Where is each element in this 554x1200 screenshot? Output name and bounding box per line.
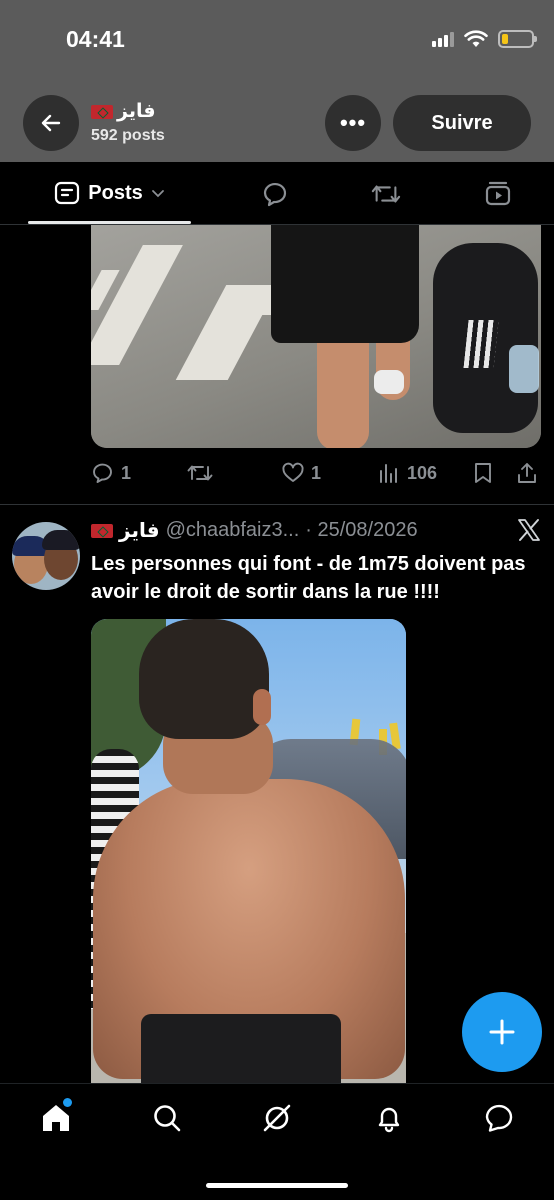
tab-posts[interactable]: Posts [28, 162, 191, 224]
tab-replies[interactable] [260, 179, 290, 209]
heart-icon [282, 462, 304, 482]
views-button[interactable]: 106 [377, 458, 437, 488]
views-icon [380, 464, 397, 483]
post-date: · 25/08/2026 [305, 519, 418, 541]
status-icons [432, 30, 537, 48]
view-count: 106 [407, 462, 438, 483]
arrow-left-icon [41, 114, 61, 132]
avatar[interactable] [12, 522, 80, 590]
repost-button[interactable] [186, 458, 214, 488]
battery-icon [498, 30, 537, 48]
tab-posts-label: Posts [88, 181, 143, 204]
wifi-icon [464, 30, 488, 47]
posts-icon [55, 181, 80, 205]
reply-button[interactable]: 1 [91, 458, 131, 488]
repost-icon [371, 185, 401, 203]
profile-name-text: فايز [117, 101, 156, 122]
nav-home[interactable] [38, 1098, 74, 1136]
home-indicator [206, 1183, 348, 1188]
post-divider [0, 504, 554, 505]
reply-count: 1 [121, 462, 132, 483]
morocco-flag-icon [91, 523, 113, 538]
media-icon [485, 181, 511, 206]
chevron-down-icon [151, 190, 164, 198]
profile-header: 04:41 فايز 592 posts ••• Suivre [0, 0, 554, 162]
like-count: 1 [311, 462, 322, 483]
post-media-image[interactable] [91, 225, 541, 448]
plus-icon [489, 1019, 515, 1045]
nav-messages[interactable] [481, 1100, 517, 1136]
share-icon [518, 463, 536, 483]
notification-dot [63, 1098, 72, 1107]
compose-button[interactable] [462, 992, 542, 1072]
signal-icon [432, 31, 454, 47]
messages-icon [485, 1104, 513, 1132]
back-button[interactable] [23, 95, 79, 151]
bell-icon [378, 1107, 400, 1133]
morocco-flag-icon [91, 104, 113, 119]
post1-actions: 1 1 106 [91, 458, 541, 488]
like-button[interactable]: 1 [281, 458, 321, 488]
bookmark-button[interactable] [472, 458, 494, 488]
reply-icon [263, 182, 287, 207]
share-button[interactable] [515, 458, 539, 488]
tab-media[interactable] [483, 179, 513, 209]
bookmark-icon [475, 463, 491, 483]
search-icon [154, 1105, 181, 1132]
post-media-image[interactable] [91, 619, 406, 1083]
x-logo-icon [518, 519, 540, 541]
profile-posts-count: 592 posts [91, 127, 165, 144]
reply-icon [93, 463, 112, 483]
nav-search[interactable] [149, 1100, 185, 1136]
grok-icon [263, 1104, 291, 1132]
post-author-name[interactable]: فايز [119, 518, 160, 543]
repost-icon [187, 465, 213, 481]
more-options-button[interactable]: ••• [325, 95, 381, 151]
tab-reposts[interactable] [371, 179, 401, 209]
status-time: 04:41 [66, 26, 125, 52]
follow-button[interactable]: Suivre [393, 95, 531, 151]
profile-name: فايز [91, 100, 156, 123]
profile-tabs: Posts [0, 162, 554, 224]
nav-grok[interactable] [259, 1100, 295, 1136]
post-header: فايز @chaabfaiz3... · 25/08/2026 [91, 518, 418, 543]
post-text: Les personnes qui font - de 1m75 doivent… [91, 553, 526, 603]
post-author-handle[interactable]: @chaabfaiz3... [166, 519, 300, 542]
nav-notifications[interactable] [371, 1100, 407, 1136]
